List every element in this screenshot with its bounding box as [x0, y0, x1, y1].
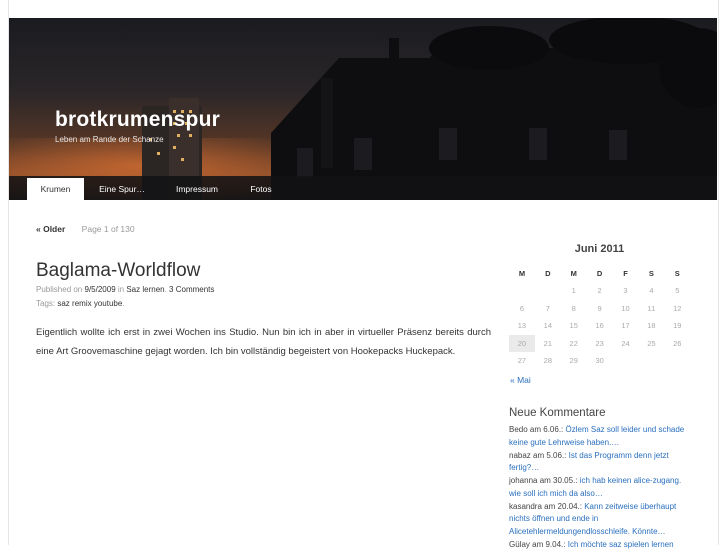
calendar-table: M D M D F S S 1 2 3 4 5 6 7 8 9 10 11 12 13 14 15 16 17 1…	[509, 264, 690, 370]
calendar-day-cell: 22	[569, 338, 578, 348]
recent-comment-item: johanna am 30.05.: ich hab keinen alice-…	[509, 475, 689, 500]
calendar-day-cell	[613, 352, 639, 370]
comment-author: johanna	[509, 476, 538, 485]
calendar-day-cell: 15	[569, 321, 578, 331]
tags-label: Tags:	[36, 299, 56, 308]
recent-comment-item: Bedo am 6.06.: Özlem Saz soll leider und…	[509, 424, 689, 449]
comment-date: am 5.06.:	[533, 450, 567, 460]
calendar-day-cell: 21	[543, 338, 552, 348]
recent-comment-item: nabaz am 5.06.: Ist das Programm denn je…	[509, 450, 689, 475]
calendar-day-cell: 23	[595, 338, 604, 348]
calendar-day-cell: 9	[597, 303, 602, 313]
calendar-week-row: 6 7 8 9 10 11 12	[509, 300, 690, 318]
calendar-week-row: 13 14 15 16 17 18 19	[509, 317, 690, 335]
comment-link[interactable]: Ich möchte saz spielen lernen	[568, 540, 674, 549]
comment-date: am 30.05.:	[539, 476, 578, 485]
nav-tab-eine-spur[interactable]: Eine Spur…	[91, 178, 153, 200]
post-tags: Tags: saz remix youtube.	[36, 299, 125, 308]
calendar-day-cell: 4	[649, 286, 654, 296]
comment-date: am 20.04.:	[544, 501, 582, 511]
post-category-link[interactable]: Saz lernen	[126, 285, 164, 294]
calendar-day-cell: 3	[623, 286, 628, 296]
calendar-day-cell: 29	[569, 356, 578, 366]
page-indicator: Page 1 of 130	[81, 224, 135, 234]
calendar-day-cell: 12	[673, 303, 682, 313]
calendar-day-cell: 2	[597, 286, 602, 296]
calendar-day-cell: 8	[571, 303, 576, 313]
calendar-week-row: 20 21 22 23 24 25 26	[509, 334, 690, 352]
calendar-day-cell: 11	[647, 303, 656, 313]
calendar-day-cell: 7	[545, 303, 550, 313]
calendar-day-header: D	[596, 268, 603, 278]
calendar-day-cell: 27	[517, 356, 527, 366]
calendar-day-cell: 5	[675, 286, 680, 296]
calendar-day-cell: 16	[595, 321, 604, 331]
published-label: Published on	[36, 285, 83, 294]
comment-author: Bedo	[509, 425, 528, 434]
pagination: « Older Page 1 of 130	[36, 224, 135, 234]
calendar-day-cell: 28	[543, 356, 552, 366]
calendar-week-row: 1 2 3 4 5	[509, 282, 690, 300]
post-date-link[interactable]: 9/5/2009	[85, 285, 116, 294]
calendar-prev-month-link[interactable]: « Mai	[510, 375, 531, 385]
calendar-day-cell: 20	[509, 334, 535, 352]
comment-author: kasandra	[509, 501, 542, 511]
post-meta: Published on 9/5/2009 in Saz lernen. 3 C…	[36, 285, 215, 294]
site-title[interactable]: brotkrumenspur	[55, 108, 220, 132]
header-banner: brotkrumenspur Leben am Rande der Schanz…	[9, 18, 717, 200]
in-label: in	[117, 285, 125, 294]
calendar-day-cell	[509, 282, 535, 300]
post-title[interactable]: Baglama-Worldflow	[36, 260, 200, 282]
tag-link[interactable]: remix	[72, 299, 92, 308]
calendar-day-header: S	[648, 268, 654, 278]
calendar-day-cell: 14	[543, 321, 552, 331]
recent-comment-item: kasandra am 20.04.: Kann zeitweise überh…	[509, 501, 689, 539]
post-body: Eigentlich wollte ich erst in zwei Woche…	[36, 327, 491, 357]
recent-comments-title: Neue Kommentare	[509, 407, 606, 419]
recent-comments-list: Bedo am 6.06.: Özlem Saz soll leider und…	[509, 424, 689, 552]
calendar-week-row: 27 28 29 30	[509, 352, 690, 370]
calendar-caption: Juni 2011	[574, 243, 625, 255]
comment-author: Gülay	[509, 539, 530, 549]
tag-link[interactable]: saz	[57, 299, 69, 308]
calendar-day-header: S	[674, 268, 680, 278]
calendar-day-cell: 24	[621, 338, 630, 348]
calendar-day-cell: 26	[673, 338, 682, 348]
calendar-day-cell: 25	[647, 338, 656, 348]
comment-date: am 9.04.:	[532, 539, 566, 549]
calendar-day-header: M	[518, 268, 526, 278]
calendar-day-header: D	[545, 268, 551, 278]
calendar-day-header: F	[623, 268, 628, 278]
calendar-day-cell: 13	[517, 321, 527, 331]
calendar-day-cell: 19	[673, 321, 682, 331]
calendar-day-header: M	[570, 268, 577, 278]
main-nav: Krumen Eine Spur… Impressum Fotos	[9, 178, 717, 200]
calendar-day-cell	[664, 352, 690, 370]
calendar-day-cell	[638, 352, 664, 370]
calendar-day-cell: 10	[621, 303, 630, 313]
nav-tab-krumen[interactable]: Krumen	[27, 178, 84, 200]
tag-link[interactable]: youtube	[94, 299, 122, 308]
comment-date: am 6.06.:	[529, 425, 564, 434]
older-posts-link[interactable]: « Older	[36, 224, 65, 234]
calendar-day-cell: 18	[647, 321, 656, 331]
post-comments-link[interactable]: 3 Comments	[169, 285, 214, 294]
calendar-day-cell	[535, 282, 561, 300]
calendar-day-cell: 1	[571, 286, 576, 296]
calendar-day-cell: 30	[595, 356, 604, 366]
calendar-day-cell: 6	[519, 303, 525, 313]
comment-author: nabaz	[509, 450, 531, 460]
nav-tab-fotos[interactable]: Fotos	[240, 178, 282, 200]
nav-tab-impressum[interactable]: Impressum	[167, 178, 227, 200]
calendar-day-cell: 17	[621, 321, 630, 331]
site-description: Leben am Rande der Schanze	[55, 135, 164, 144]
